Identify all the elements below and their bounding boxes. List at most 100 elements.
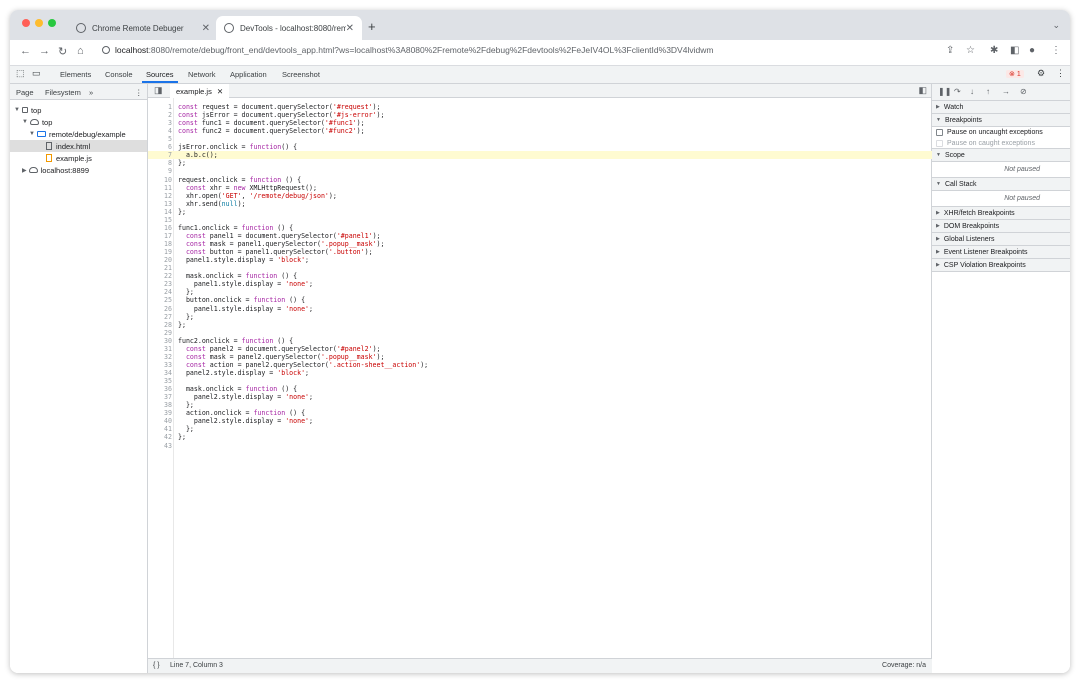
line-number[interactable]: 8 xyxy=(148,159,172,167)
tab-console[interactable]: Console xyxy=(105,70,133,79)
line-number[interactable]: 12 xyxy=(148,192,172,200)
code-line[interactable]: }; xyxy=(178,401,194,409)
line-number[interactable]: 11 xyxy=(148,184,172,192)
new-tab-button[interactable]: + xyxy=(368,19,376,34)
home-icon[interactable]: ⌂ xyxy=(77,45,84,57)
close-window-button[interactable] xyxy=(22,19,30,27)
line-number[interactable]: 6 xyxy=(148,143,172,151)
code-line[interactable]: button.onclick = function () { xyxy=(178,296,305,304)
more-tabs-icon[interactable]: » xyxy=(89,88,93,97)
line-number[interactable]: 18 xyxy=(148,240,172,248)
zoom-window-button[interactable] xyxy=(48,19,56,27)
code-line[interactable]: const button = panel1.querySelector('.bu… xyxy=(178,248,373,256)
code-line[interactable]: }; xyxy=(178,321,186,329)
tree-node-index-html[interactable]: index.html xyxy=(10,140,147,152)
code-line[interactable]: panel2.style.display = 'none'; xyxy=(178,393,313,401)
code-line[interactable]: }; xyxy=(178,313,194,321)
code-line[interactable]: action.onclick = function () { xyxy=(178,409,305,417)
extensions-icon[interactable]: ✱ xyxy=(990,45,998,56)
back-arrow-icon[interactable]: ← xyxy=(20,45,31,57)
minimize-window-button[interactable] xyxy=(35,19,43,27)
share-icon[interactable]: ⇪ xyxy=(946,45,954,56)
code-line[interactable]: const mask = panel1.querySelector('.popu… xyxy=(178,240,385,248)
line-number[interactable]: 16 xyxy=(148,224,172,232)
close-tab-icon[interactable]: ✕ xyxy=(217,87,223,96)
code-line[interactable]: }; xyxy=(178,288,194,296)
profile-avatar-icon[interactable]: ● xyxy=(1029,45,1035,56)
code-line[interactable]: const panel2 = document.querySelector('#… xyxy=(178,345,381,353)
code-line[interactable]: const func2 = document.querySelector('#f… xyxy=(178,127,365,135)
line-number[interactable]: 1 xyxy=(148,103,172,111)
code-line[interactable]: panel1.style.display = 'none'; xyxy=(178,280,313,288)
code-line[interactable]: panel1.style.display = 'none'; xyxy=(178,305,313,313)
info-icon[interactable] xyxy=(102,46,110,54)
pretty-print-icon[interactable]: { } xyxy=(153,662,160,669)
code-line[interactable]: const mask = panel2.querySelector('.popu… xyxy=(178,353,385,361)
tree-node-example-js[interactable]: example.js xyxy=(46,152,92,164)
reload-icon[interactable]: ↻ xyxy=(58,45,67,58)
line-number[interactable]: 30 xyxy=(148,337,172,345)
tab-network[interactable]: Network xyxy=(188,70,216,79)
code-line[interactable]: const action = panel2.querySelector('.ac… xyxy=(178,361,428,369)
browser-tab-devtools[interactable]: DevTools - localhost:8080/rem ✕ xyxy=(216,16,362,40)
line-number[interactable]: 39 xyxy=(148,409,172,417)
settings-gear-icon[interactable]: ⚙ xyxy=(1037,68,1045,79)
line-number[interactable]: 37 xyxy=(148,393,172,401)
tab-screenshot[interactable]: Screenshot xyxy=(282,70,320,79)
line-number[interactable]: 38 xyxy=(148,401,172,409)
section-event-listener-breakpoints[interactable]: ▶ Event Listener Breakpoints xyxy=(932,246,1070,259)
code-line[interactable]: xhr.send(null); xyxy=(178,200,246,208)
bookmark-star-icon[interactable]: ☆ xyxy=(966,45,975,56)
line-number[interactable]: 23 xyxy=(148,280,172,288)
tree-node-folder[interactable]: ▼ remote/debug/example xyxy=(29,128,126,140)
code-line[interactable]: mask.onclick = function () { xyxy=(178,385,297,393)
line-number[interactable]: 34 xyxy=(148,369,172,377)
code-line[interactable]: const panel1 = document.querySelector('#… xyxy=(178,232,381,240)
line-number[interactable]: 36 xyxy=(148,385,172,393)
code-line[interactable]: const xhr = new XMLHttpRequest(); xyxy=(178,184,317,192)
line-number[interactable]: 41 xyxy=(148,425,172,433)
line-number[interactable]: 3 xyxy=(148,119,172,127)
side-panel-icon[interactable]: ◧ xyxy=(1010,45,1019,56)
pause-caught-option[interactable]: Pause on caught exceptions xyxy=(932,138,1070,149)
tree-node-localhost[interactable]: ▶ localhost:8899 xyxy=(22,164,89,176)
code-line[interactable]: }; xyxy=(178,208,186,216)
deactivate-breakpoints-icon[interactable]: ⊘ xyxy=(1020,87,1027,96)
section-breakpoints[interactable]: ▼ Breakpoints xyxy=(932,114,1070,127)
chevron-down-icon[interactable]: ⌄ xyxy=(1052,20,1060,31)
code-line[interactable]: const request = document.querySelector('… xyxy=(178,103,381,111)
section-global-listeners[interactable]: ▶ Global Listeners xyxy=(932,233,1070,246)
line-number[interactable]: 21 xyxy=(148,264,172,272)
line-number[interactable]: 24 xyxy=(148,288,172,296)
section-dom-breakpoints[interactable]: ▶ DOM Breakpoints xyxy=(932,220,1070,233)
code-line[interactable]: const jsError = document.querySelector('… xyxy=(178,111,384,119)
step-out-icon[interactable]: ↑ xyxy=(986,87,990,96)
section-watch[interactable]: ▶ Watch xyxy=(932,101,1070,114)
step-into-icon[interactable]: ↓ xyxy=(970,87,974,96)
tree-node-frame-top[interactable]: ▼ top xyxy=(14,104,41,116)
line-number[interactable]: 19 xyxy=(148,248,172,256)
code-line[interactable]: jsError.onclick = function() { xyxy=(178,143,297,151)
line-number[interactable]: 35 xyxy=(148,377,172,385)
tree-node-top[interactable]: ▼ top xyxy=(22,116,52,128)
code-line[interactable]: request.onclick = function () { xyxy=(178,176,301,184)
line-number[interactable]: 20 xyxy=(148,256,172,264)
line-number[interactable]: 28 xyxy=(148,321,172,329)
code-line[interactable]: }; xyxy=(178,159,186,167)
line-number[interactable]: 25 xyxy=(148,296,172,304)
line-number[interactable]: 9 xyxy=(148,167,172,175)
code-line[interactable]: }; xyxy=(178,433,186,441)
tab-filesystem[interactable]: Filesystem xyxy=(45,88,81,97)
line-number[interactable]: 33 xyxy=(148,361,172,369)
close-tab-icon[interactable]: ✕ xyxy=(346,23,354,34)
browser-tab-remote-debugger[interactable]: Chrome Remote Debuger ✕ xyxy=(68,16,218,40)
toggle-debugger-icon[interactable]: ◧ xyxy=(918,85,927,96)
code-line[interactable]: const func1 = document.querySelector('#f… xyxy=(178,119,365,127)
line-number[interactable]: 4 xyxy=(148,127,172,135)
line-number[interactable]: 43 xyxy=(148,442,172,450)
section-scope[interactable]: ▼ Scope xyxy=(932,149,1070,162)
code-line[interactable]: }; xyxy=(178,425,194,433)
code-line[interactable]: a.b.c(); xyxy=(178,151,218,159)
code-line[interactable]: panel2.style.display = 'none'; xyxy=(178,417,313,425)
code-line[interactable]: xhr.open('GET', '/remote/debug/json'); xyxy=(178,192,337,200)
